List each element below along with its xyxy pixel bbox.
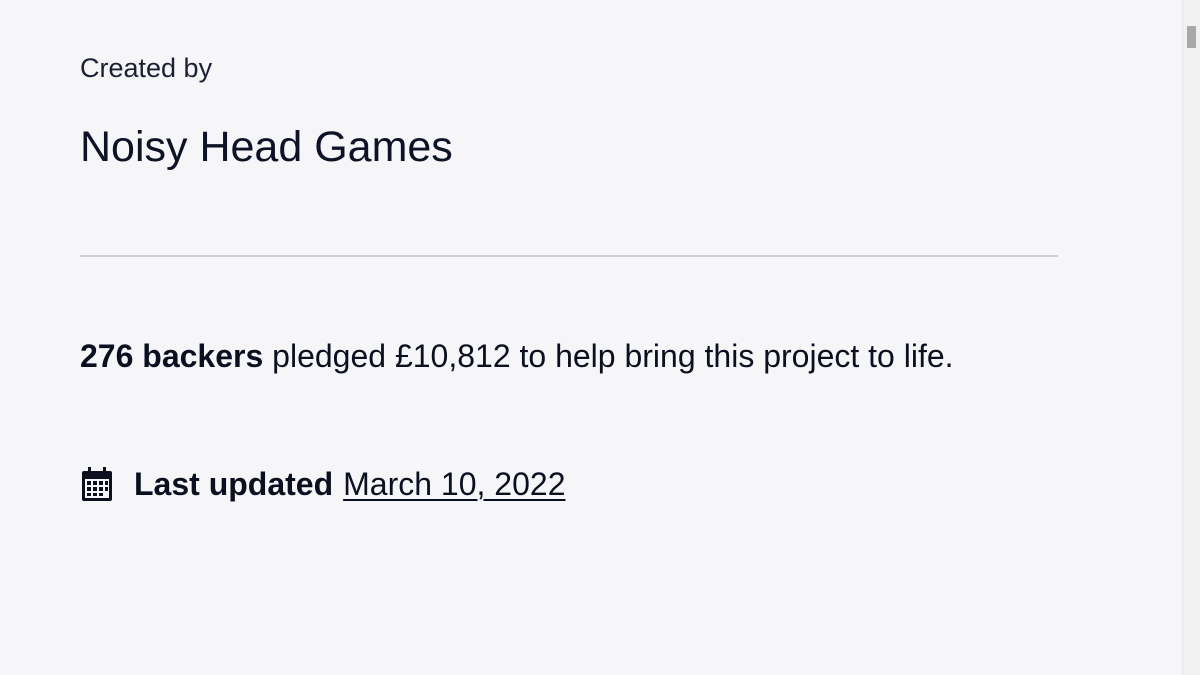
pledge-summary: 276 backers pledged £10,812 to help brin… bbox=[80, 331, 1020, 381]
backers-count: 276 backers bbox=[80, 338, 264, 374]
calendar-icon bbox=[80, 467, 114, 501]
scrollbar-thumb[interactable] bbox=[1187, 26, 1196, 48]
section-divider bbox=[80, 255, 1058, 257]
created-by-label: Created by bbox=[80, 53, 213, 83]
pledge-description: pledged £10,812 to help bring this proje… bbox=[263, 338, 954, 374]
last-updated-row: Last updated March 10, 2022 bbox=[80, 460, 565, 508]
last-updated-label: Last updated bbox=[134, 465, 334, 502]
last-updated-date-link[interactable]: March 10, 2022 bbox=[343, 466, 565, 503]
creator-name-link[interactable]: Noisy Head Games bbox=[80, 122, 453, 172]
vertical-scrollbar[interactable] bbox=[1182, 0, 1200, 675]
